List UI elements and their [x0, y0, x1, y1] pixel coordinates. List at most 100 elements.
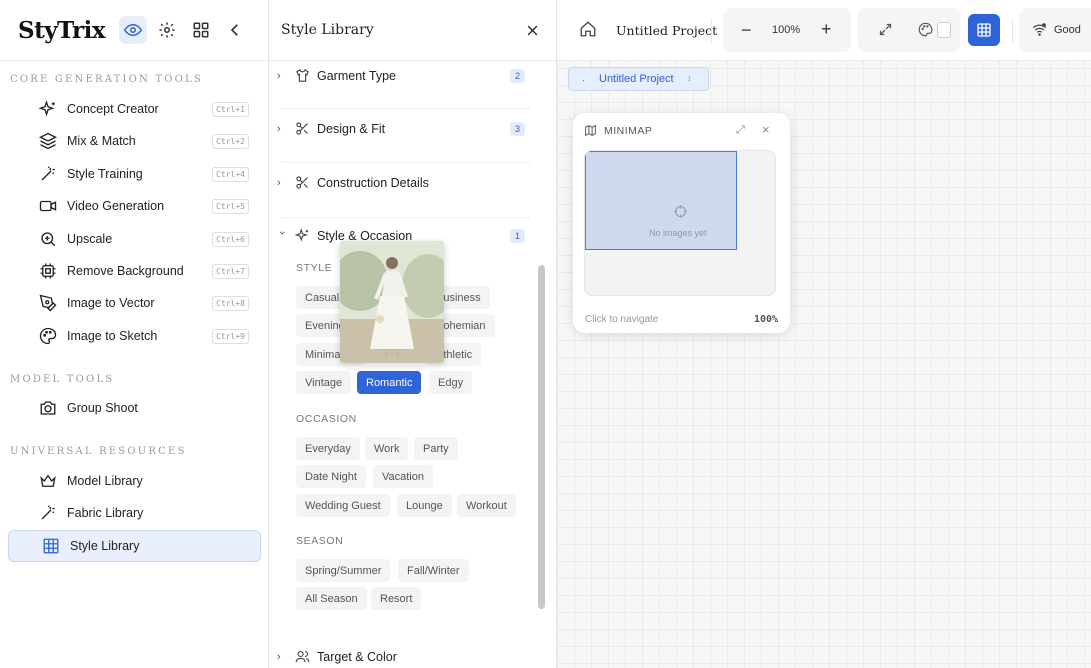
accordion-garment-type[interactable]: › Garment Type 2 [269, 61, 531, 91]
chip-workout[interactable]: Workout [457, 494, 516, 517]
crown-icon [38, 471, 58, 491]
shortcut-badge: Ctrl+9 [212, 328, 249, 344]
nav-label: Model Library [67, 474, 143, 488]
nav-label: Concept Creator [67, 102, 159, 116]
tab-dot-icon: · [582, 75, 585, 85]
divider [281, 108, 531, 109]
map-icon [584, 124, 598, 138]
shortcut-badge: Ctrl+2 [212, 133, 249, 149]
zoom-out-button[interactable]: − [741, 20, 752, 41]
zoom-in-icon [38, 229, 58, 249]
nav-label: Style Training [67, 167, 143, 181]
zoom-in-button[interactable]: + [821, 19, 832, 40]
chip-wedding-guest[interactable]: Wedding Guest [296, 494, 390, 517]
minimap-zoom: 100% [754, 314, 779, 325]
nav-fabric-library[interactable]: Fabric Library [8, 497, 261, 529]
chevron-down-icon: › [276, 231, 288, 235]
library-title: Style Library [281, 22, 374, 38]
nav-label: Mix & Match [67, 134, 136, 148]
nav-label: Video Generation [67, 199, 165, 213]
chip-fall-winter[interactable]: Fall/Winter [398, 559, 469, 582]
crosshair-icon [673, 204, 689, 220]
accordion-construction-details[interactable]: › Construction Details [269, 168, 531, 198]
shortcut-badge: Ctrl+8 [212, 295, 249, 311]
nav-label: Fabric Library [67, 506, 144, 520]
collapse-button[interactable] [221, 16, 249, 44]
chip-date-night[interactable]: Date Night [296, 465, 366, 488]
nav-label: Upscale [67, 232, 113, 246]
gear-icon [159, 22, 175, 38]
section-title-universal: UNIVERSAL RESOURCES [10, 446, 187, 457]
accordion-label: Garment Type [317, 69, 396, 83]
shortcut-badge: Ctrl+5 [212, 198, 249, 214]
layers-icon [38, 131, 58, 151]
chip-everyday[interactable]: Everyday [296, 437, 360, 460]
connection-status[interactable]: Good [1019, 8, 1091, 52]
tab-label: Untitled Project [599, 73, 674, 85]
shortcut-badge: Ctrl+6 [212, 231, 249, 247]
nav-group-shoot[interactable]: Group Shoot [8, 392, 261, 424]
nav-label: Remove Background [67, 264, 184, 278]
nav-label: Image to Sketch [67, 329, 158, 343]
pin-icon[interactable]: ↕ [687, 73, 692, 83]
scrollbar-thumb[interactable] [538, 265, 545, 609]
minimize-icon[interactable]: ⤢ [736, 124, 745, 137]
project-tab[interactable]: · Untitled Project ↕ [568, 67, 709, 91]
nav-mix-match[interactable]: Mix & Match Ctrl+2 [8, 125, 261, 157]
chip-lounge[interactable]: Lounge [397, 494, 452, 517]
nav-concept-creator[interactable]: Concept Creator Ctrl+1 [8, 93, 261, 125]
grid-icon [193, 22, 209, 38]
chip-vintage[interactable]: Vintage [296, 371, 352, 394]
theme-button[interactable] [918, 22, 933, 40]
app-logo: StyTrix [18, 16, 106, 44]
grid-toggle-button[interactable] [968, 14, 1000, 46]
nav-video-generation[interactable]: Video Generation Ctrl+5 [8, 190, 261, 222]
home-button[interactable] [579, 20, 599, 40]
chip-spring-summer[interactable]: Spring/Summer [296, 559, 391, 582]
close-icon[interactable]: × [762, 122, 770, 137]
color-swatch[interactable] [937, 22, 951, 38]
group-title-occasion: OCCASION [296, 413, 357, 425]
library-header: Style Library [269, 0, 556, 61]
nav-image-to-sketch[interactable]: Image to Sketch Ctrl+9 [8, 320, 261, 352]
chevron-left-icon [230, 24, 238, 36]
fullscreen-button[interactable] [878, 22, 893, 40]
nav-style-library[interactable]: Style Library [8, 530, 261, 562]
section-title-model: MODEL TOOLS [10, 374, 115, 385]
shortcut-badge: Ctrl+1 [212, 101, 249, 117]
count-badge: 1 [509, 229, 525, 243]
canvas-toolbar: Untitled Project − 100% + Good [557, 0, 1091, 61]
eye-button[interactable] [119, 16, 148, 44]
sidebar: StyTrix CORE GENERATION TOOLS Concept Cr… [0, 0, 269, 668]
grid-icon [41, 536, 61, 556]
minimap-viewport[interactable]: No images yet [584, 150, 776, 296]
nav-label: Group Shoot [67, 401, 138, 415]
close-library-button[interactable] [522, 20, 542, 40]
settings-button[interactable] [153, 16, 181, 44]
chip-party[interactable]: Party [414, 437, 458, 460]
chip-vacation[interactable]: Vacation [373, 465, 433, 488]
nav-model-library[interactable]: Model Library [8, 465, 261, 497]
close-icon [527, 25, 537, 35]
accordion-design-fit[interactable]: › Design & Fit 3 [269, 114, 531, 144]
eye-icon [124, 23, 143, 37]
view-tools [858, 8, 960, 52]
nav-style-training[interactable]: Style Training Ctrl+4 [8, 158, 261, 190]
chip-romantic[interactable]: Romantic [357, 371, 422, 394]
nav-upscale[interactable]: Upscale Ctrl+6 [8, 223, 261, 255]
pen-tool-icon [38, 293, 58, 313]
apps-button[interactable] [187, 16, 215, 44]
chip-resort[interactable]: Resort [371, 587, 422, 610]
nav-image-to-vector[interactable]: Image to Vector Ctrl+8 [8, 287, 261, 319]
expand-icon [879, 23, 892, 36]
nav-remove-background[interactable]: Remove Background Ctrl+7 [8, 255, 261, 287]
chip-edgy[interactable]: Edgy [429, 371, 473, 394]
chip-all-season[interactable]: All Season [296, 587, 367, 610]
empty-state-text: No images yet [649, 228, 707, 238]
project-title[interactable]: Untitled Project [616, 23, 717, 38]
accordion-target-color[interactable]: › Target & Color [269, 642, 531, 668]
home-icon [580, 21, 596, 37]
chip-work[interactable]: Work [365, 437, 409, 460]
accordion-label: Design & Fit [317, 122, 386, 136]
canvas-area[interactable]: Untitled Project − 100% + Good · Untitle… [557, 0, 1091, 668]
